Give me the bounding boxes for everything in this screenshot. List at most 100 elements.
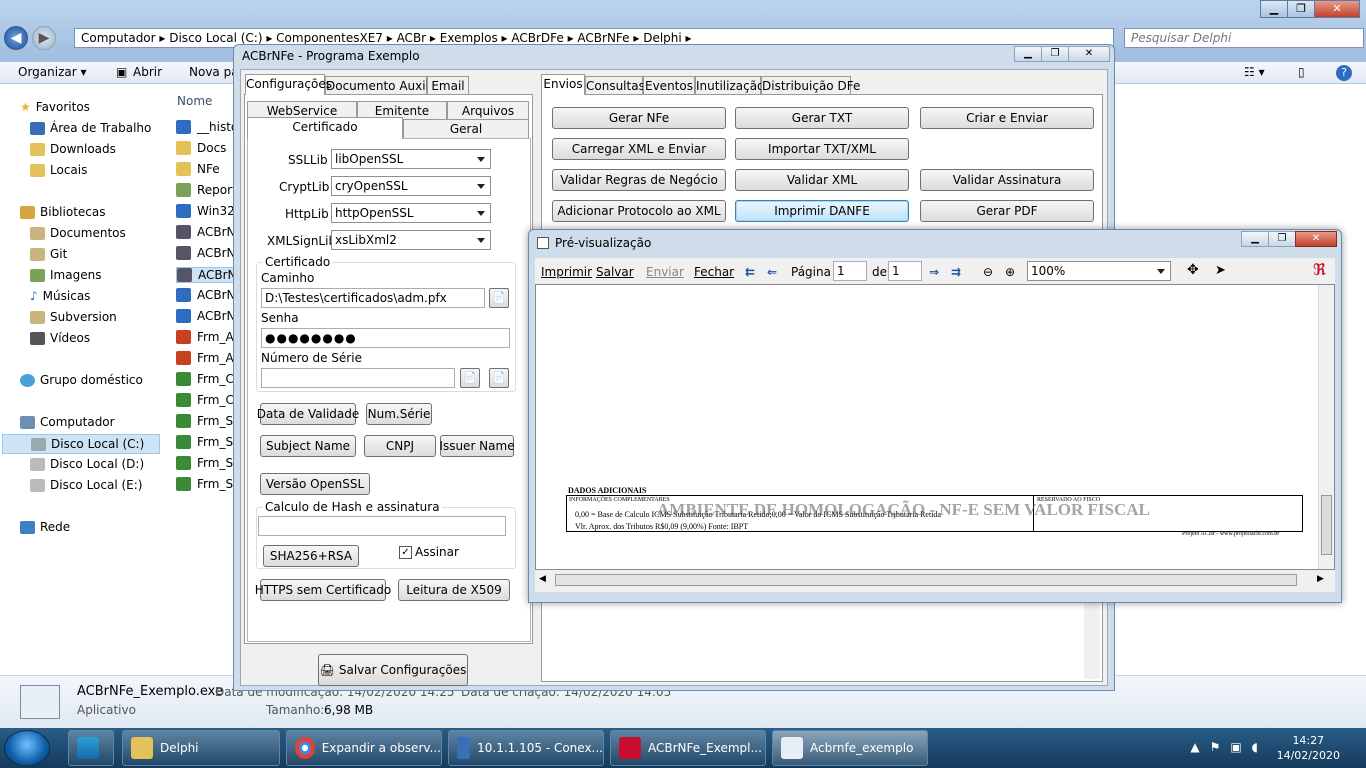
file-list-item[interactable]: Win32 xyxy=(176,204,235,218)
file-list-item[interactable]: Frm_A xyxy=(176,330,234,344)
preview-close-button[interactable]: ✕ xyxy=(1295,231,1337,247)
next-page-icon[interactable]: ⇒ xyxy=(929,265,939,279)
file-list-item[interactable]: ACBrN xyxy=(176,225,236,239)
action-button[interactable]: Validar Regras de Negócio xyxy=(552,169,726,191)
back-arrow-icon[interactable]: ◀ xyxy=(4,26,28,50)
browse-file-icon[interactable]: 📄 xyxy=(489,288,509,308)
serial-input[interactable] xyxy=(261,368,455,388)
ssllib-select[interactable]: libOpenSSL xyxy=(331,149,491,169)
tab-configuracoes[interactable]: Configurações xyxy=(245,74,332,95)
flag-icon[interactable]: ⚑ xyxy=(1210,740,1221,754)
preview-vscroll-thumb[interactable] xyxy=(1321,495,1332,555)
action-button[interactable]: Validar Assinatura xyxy=(920,169,1094,191)
tab-eventos[interactable]: Eventos xyxy=(643,76,695,95)
select-cert-icon[interactable]: 📄 xyxy=(460,368,480,388)
first-page-icon[interactable]: ⇇ xyxy=(745,265,755,279)
preview-pane-icon[interactable]: ▯ xyxy=(1298,65,1305,79)
file-list-item[interactable]: Frm_Se xyxy=(176,414,240,428)
nav-images[interactable]: Imagens xyxy=(30,268,101,282)
zoom-select[interactable]: 100% xyxy=(1027,261,1171,281)
file-list-item[interactable]: Docs xyxy=(176,141,226,155)
minimize-button[interactable]: ▁ xyxy=(1014,46,1042,62)
taskbar-item[interactable]: Delphi xyxy=(122,730,280,766)
senha-input[interactable]: ●●●●●●●● xyxy=(261,328,510,348)
file-list-item[interactable]: Frm_St xyxy=(176,477,238,491)
action-button[interactable]: Imprimir DANFE xyxy=(735,200,909,222)
subject-name-button[interactable]: Subject Name xyxy=(260,435,356,457)
cnpj-button[interactable]: CNPJ xyxy=(364,435,436,457)
taskbar-item[interactable]: Expandir a observ... xyxy=(286,730,442,766)
action-button[interactable]: Importar TXT/XML xyxy=(735,138,909,160)
file-list-item[interactable]: __histo xyxy=(176,120,238,134)
file-list-item[interactable]: Frm_Se xyxy=(176,435,240,449)
nav-downloads[interactable]: Downloads xyxy=(30,142,116,156)
cryptlib-select[interactable]: cryOpenSSL xyxy=(331,176,491,196)
nav-network[interactable]: Rede xyxy=(20,520,70,534)
network-tray-icon[interactable]: ▣ xyxy=(1230,740,1241,754)
fechar-button[interactable]: Fechar xyxy=(694,265,734,279)
taskbar-item[interactable]: ACBrNFe_Exempl... xyxy=(610,730,766,766)
zoom-out-icon[interactable]: ⊖ xyxy=(983,265,993,279)
salvar-button[interactable]: Salvar xyxy=(596,265,634,279)
start-button[interactable] xyxy=(4,730,50,766)
action-button[interactable]: Gerar NFe xyxy=(552,107,726,129)
tab-distribuicao-dfe[interactable]: Distribuição DFe xyxy=(761,76,860,95)
preview-hscroll-thumb[interactable] xyxy=(555,574,1297,586)
preview-horizontal-scrollbar[interactable]: ◀ ▶ xyxy=(535,570,1335,592)
file-list-item[interactable]: Frm_C xyxy=(176,372,234,386)
nav-documents[interactable]: Documentos xyxy=(30,226,126,240)
assinar-checkbox[interactable]: ✓ xyxy=(399,546,412,559)
nav-homegroup[interactable]: Grupo doméstico xyxy=(20,373,143,387)
forward-arrow-icon[interactable]: ▶ xyxy=(32,26,56,50)
select-cert-list-icon[interactable]: 📄 xyxy=(489,368,509,388)
nav-desktop[interactable]: Área de Trabalho xyxy=(30,121,151,135)
prev-page-icon[interactable]: ⇐ xyxy=(767,265,777,279)
sha256-rsa-button[interactable]: SHA256+RSA xyxy=(263,545,359,567)
nav-libraries[interactable]: Bibliotecas xyxy=(20,205,105,219)
show-hidden-icons-icon[interactable]: ▲ xyxy=(1190,740,1199,754)
explorer-close-button[interactable]: ✕ xyxy=(1314,0,1360,18)
scroll-left-icon[interactable]: ◀ xyxy=(539,574,546,584)
data-validade-button[interactable]: Data de Validade xyxy=(257,403,359,425)
explorer-maximize-button[interactable]: ❐ xyxy=(1287,0,1315,18)
tab-email[interactable]: Email xyxy=(427,76,469,95)
nav-subversion[interactable]: Subversion xyxy=(30,310,117,324)
https-sem-certificado-button[interactable]: HTTPS sem Certificado xyxy=(255,579,391,601)
issuer-name-button[interactable]: Issuer Name xyxy=(439,435,515,457)
nav-git[interactable]: Git xyxy=(30,247,67,261)
xmlsignlib-select[interactable]: xsLibXml2 xyxy=(331,230,491,250)
tab-documento-auxiliar[interactable]: Documento Auxiliar xyxy=(325,76,445,95)
file-list-item[interactable]: NFe xyxy=(176,162,220,176)
leitura-x509-button[interactable]: Leitura de X509 xyxy=(398,579,510,601)
tab-inutilizacao[interactable]: Inutilização xyxy=(695,76,764,95)
maximize-button[interactable]: ❐ xyxy=(1041,46,1069,62)
nav-drive-d[interactable]: Disco Local (D:) xyxy=(30,457,144,471)
new-folder-button[interactable]: Nova pa xyxy=(189,65,239,79)
action-button[interactable]: Gerar TXT xyxy=(735,107,909,129)
salvar-configuracoes-button[interactable]: 🖨 Salvar Configurações xyxy=(318,654,468,686)
taskbar-item[interactable]: 10.1.1.105 - Conex... xyxy=(448,730,604,766)
nav-videos[interactable]: Vídeos xyxy=(30,331,90,345)
versao-openssl-button[interactable]: Versão OpenSSL xyxy=(260,473,370,495)
tab-consultas[interactable]: Consultas xyxy=(585,76,645,95)
action-button[interactable]: Adicionar Protocolo ao XML xyxy=(552,200,726,222)
move-icon[interactable]: ✥ xyxy=(1187,262,1199,278)
search-input[interactable]: Pesquisar Delphi xyxy=(1124,28,1364,48)
file-list-item[interactable]: ACBrN xyxy=(176,288,236,302)
page-input[interactable]: 1 xyxy=(833,261,867,281)
file-list-item[interactable]: ACBrN xyxy=(176,309,236,323)
cursor-icon[interactable]: ➤ xyxy=(1215,263,1226,278)
file-list-item[interactable]: Frm_A xyxy=(176,351,234,365)
tab-envios[interactable]: Envios xyxy=(541,74,585,95)
caminho-input[interactable]: D:\Testes\certificados\adm.pfx xyxy=(261,288,485,308)
nav-drive-c[interactable]: Disco Local (C:) xyxy=(2,434,160,454)
file-list-item[interactable]: Frm_St xyxy=(176,456,238,470)
file-list-item[interactable]: Report xyxy=(176,183,237,197)
imprimir-button[interactable]: Imprimir xyxy=(541,265,592,279)
close-button[interactable]: ✕ xyxy=(1068,46,1110,62)
volume-icon[interactable]: ◖ xyxy=(1252,740,1258,754)
help-icon[interactable]: ? xyxy=(1336,65,1352,81)
file-list-item[interactable]: Frm_C xyxy=(176,393,234,407)
zoom-in-icon[interactable]: ⊕ xyxy=(1005,265,1015,279)
scroll-right-icon[interactable]: ▶ xyxy=(1317,574,1324,584)
